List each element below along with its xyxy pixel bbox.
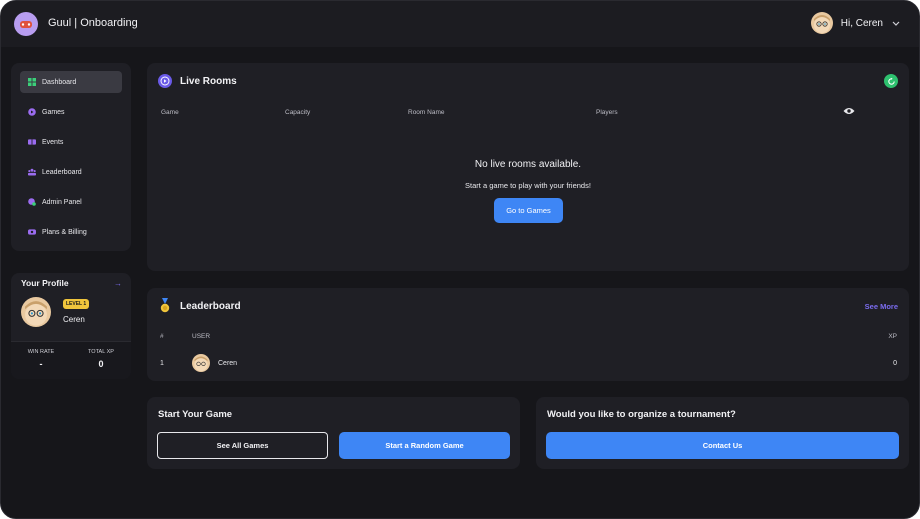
column-header-players: Players bbox=[596, 109, 618, 116]
xp-cell: 0 bbox=[893, 360, 897, 367]
see-more-link[interactable]: See More bbox=[865, 302, 898, 311]
avatar bbox=[192, 354, 210, 372]
refresh-icon bbox=[887, 77, 895, 85]
sidebar-item-label: Admin Panel bbox=[42, 198, 82, 206]
sidebar-item-admin-panel[interactable]: Admin Panel bbox=[20, 191, 122, 213]
leaderboard-icon bbox=[28, 168, 36, 176]
app-title: Guul | Onboarding bbox=[48, 17, 138, 29]
profile-name: Ceren bbox=[63, 315, 85, 324]
stat-value: 0 bbox=[98, 359, 104, 369]
profile-stats: WIN RATE - TOTAL XP 0 bbox=[11, 341, 131, 379]
sidebar-item-label: Leaderboard bbox=[42, 168, 82, 176]
tournament-title: Would you like to organize a tournament? bbox=[547, 409, 736, 420]
empty-state-subtitle: Start a game to play with your friends! bbox=[465, 181, 591, 190]
avatar[interactable] bbox=[810, 12, 833, 34]
gamepad-logo-icon bbox=[20, 21, 32, 28]
go-to-games-button[interactable]: Go to Games bbox=[494, 198, 563, 223]
tournament-card: Would you like to organize a tournament?… bbox=[536, 397, 909, 469]
sidebar-item-dashboard[interactable]: Dashboard bbox=[20, 71, 122, 93]
avatar-face-icon bbox=[25, 301, 47, 326]
refresh-button[interactable] bbox=[884, 74, 898, 88]
sidebar-nav: Dashboard Games Events Leaderboard Admin… bbox=[11, 63, 131, 251]
user-menu[interactable]: Hi, Ceren bbox=[810, 12, 901, 34]
leaderboard-panel: Leaderboard See More # USER XP 1 Ceren 0 bbox=[147, 288, 909, 381]
chevron-down-icon[interactable] bbox=[891, 18, 901, 28]
arrow-right-icon[interactable]: → bbox=[114, 279, 122, 288]
avatar-face-icon bbox=[194, 356, 208, 372]
rank-cell: 1 bbox=[160, 360, 164, 367]
live-rooms-title: Live Rooms bbox=[180, 76, 237, 87]
sidebar-item-games[interactable]: Games bbox=[20, 101, 122, 123]
start-game-title: Start Your Game bbox=[158, 409, 233, 420]
sidebar-item-events[interactable]: Events bbox=[20, 131, 122, 153]
see-all-games-button[interactable]: See All Games bbox=[157, 432, 328, 459]
sidebar-item-leaderboard[interactable]: Leaderboard bbox=[20, 161, 122, 183]
empty-state-title: No live rooms available. bbox=[474, 159, 582, 170]
sidebar-item-plans-billing[interactable]: Plans & Billing bbox=[20, 221, 122, 243]
column-header-xp: XP bbox=[888, 333, 897, 340]
profile-card: Your Profile → LEVEL 1 Ceren WIN RATE - … bbox=[11, 273, 131, 379]
sidebar-item-label: Events bbox=[42, 138, 64, 146]
profile-title: Your Profile bbox=[21, 278, 69, 288]
stat-label: TOTAL XP bbox=[88, 349, 114, 355]
stat-label: WIN RATE bbox=[27, 349, 55, 355]
random-game-button[interactable]: Start a Random Game bbox=[339, 432, 510, 459]
user-greeting: Hi, Ceren bbox=[840, 17, 883, 29]
level-badge: LEVEL 1 bbox=[63, 299, 90, 309]
user-cell: Ceren bbox=[218, 360, 238, 367]
column-header-game: Game bbox=[161, 109, 179, 116]
stat-value: - bbox=[39, 359, 43, 369]
medal-icon bbox=[160, 298, 170, 313]
avatar-face-icon bbox=[813, 15, 830, 33]
sidebar-item-label: Dashboard bbox=[42, 78, 77, 86]
eye-icon[interactable] bbox=[843, 107, 855, 115]
start-game-card: Start Your Game See All Games Start a Ra… bbox=[147, 397, 520, 469]
live-rooms-panel: Live Rooms Game Capacity Room Name Playe… bbox=[147, 63, 909, 271]
column-header-user: USER bbox=[192, 333, 211, 340]
contact-us-button[interactable]: Contact Us bbox=[546, 432, 899, 459]
table-row[interactable]: 1 Ceren 0 bbox=[147, 352, 909, 376]
win-rate-stat: WIN RATE - bbox=[24, 349, 58, 369]
events-icon bbox=[28, 138, 36, 146]
dashboard-icon bbox=[28, 78, 36, 86]
column-header-rank: # bbox=[160, 333, 164, 340]
column-header-room-name: Room Name bbox=[408, 109, 445, 116]
admin-icon bbox=[28, 198, 36, 206]
app-window: Guul | Onboarding Hi, Ceren Dashboard Ga… bbox=[0, 0, 920, 519]
app-logo[interactable] bbox=[14, 12, 38, 36]
live-play-icon bbox=[158, 74, 172, 88]
avatar bbox=[21, 297, 51, 327]
sidebar-item-label: Games bbox=[42, 108, 65, 116]
total-xp-stat: TOTAL XP 0 bbox=[84, 349, 118, 369]
sidebar-item-label: Plans & Billing bbox=[42, 228, 87, 236]
leaderboard-title: Leaderboard bbox=[180, 301, 241, 312]
games-icon bbox=[28, 108, 36, 116]
billing-icon bbox=[28, 228, 36, 236]
top-bar: Guul | Onboarding Hi, Ceren bbox=[1, 1, 919, 47]
column-header-capacity: Capacity bbox=[285, 109, 311, 116]
